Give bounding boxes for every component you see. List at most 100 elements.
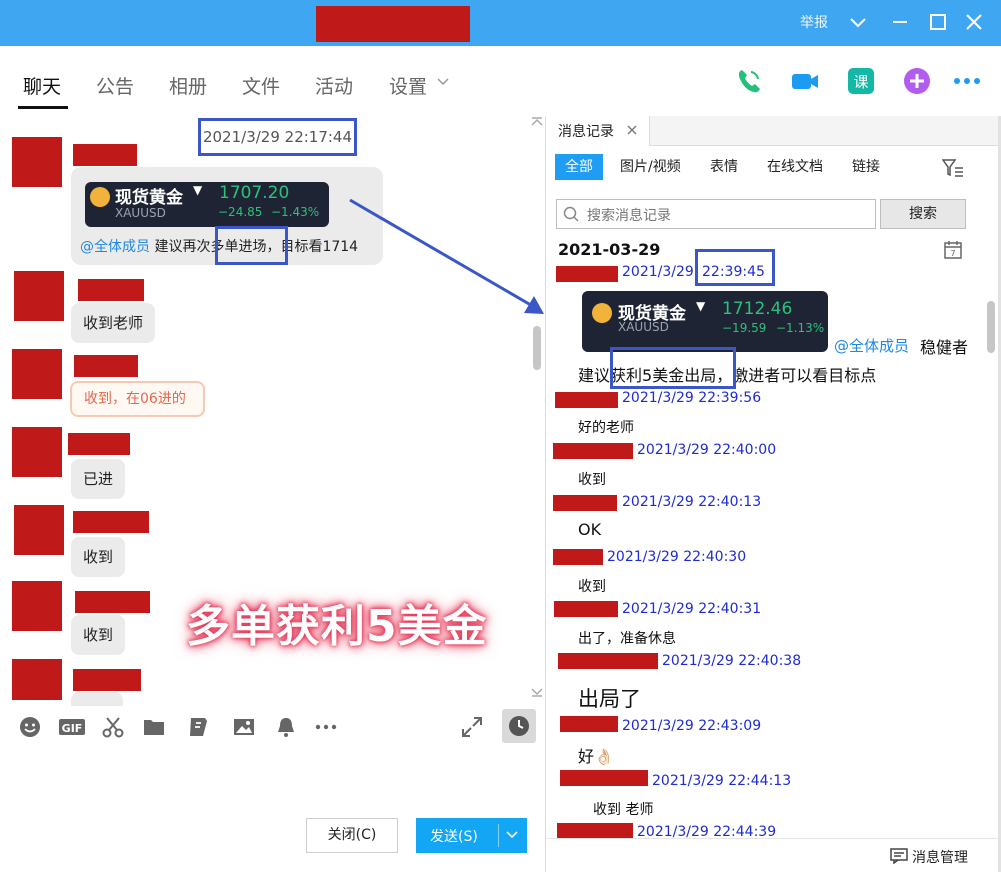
sender-name-redacted bbox=[558, 653, 658, 669]
tab-activity[interactable]: 活动 bbox=[315, 72, 353, 99]
message-text-part: 建议 bbox=[578, 366, 611, 385]
sender-name-redacted bbox=[553, 443, 633, 459]
expand-icon[interactable] bbox=[530, 688, 544, 698]
avatar[interactable] bbox=[12, 581, 62, 631]
message-text: OK bbox=[578, 520, 602, 539]
message-bubble[interactable]: 收到 bbox=[71, 615, 126, 655]
card-price: 1712.46 bbox=[722, 299, 793, 319]
history-scrollbar[interactable] bbox=[987, 301, 995, 353]
chat-scrollbar[interactable] bbox=[533, 326, 541, 370]
folder-icon[interactable] bbox=[142, 715, 166, 739]
more-icon[interactable] bbox=[952, 66, 982, 96]
message-time: 2021/3/29 22:40:38 bbox=[662, 653, 802, 669]
sender-name-redacted bbox=[556, 266, 618, 282]
emoji-icon[interactable] bbox=[18, 715, 42, 739]
calendar-icon[interactable]: 7 bbox=[943, 240, 963, 260]
maximize-icon[interactable] bbox=[926, 10, 950, 34]
message-text: 收到 bbox=[578, 472, 606, 488]
close-icon[interactable] bbox=[626, 124, 638, 136]
scissors-icon[interactable] bbox=[101, 715, 125, 739]
tab-album[interactable]: 相册 bbox=[169, 72, 207, 99]
message-time: 2021/3/29 22:44:13 bbox=[652, 773, 792, 789]
sender-name-redacted bbox=[555, 392, 618, 408]
avatar[interactable] bbox=[12, 659, 62, 700]
filter-emoji[interactable]: 表情 bbox=[710, 154, 738, 180]
gif-icon[interactable]: GIF bbox=[58, 715, 86, 739]
message-text: 出了，准备休息 bbox=[578, 631, 676, 647]
message-time: 2021/3/29 22:39:56 bbox=[622, 390, 762, 406]
expand-icon[interactable] bbox=[460, 715, 484, 739]
more-icon[interactable] bbox=[314, 715, 338, 739]
sender-name-redacted bbox=[78, 279, 144, 301]
search-button[interactable]: 搜索 bbox=[880, 199, 966, 229]
card-dropdown-icon: ▼ bbox=[696, 299, 706, 313]
message-time: 2021/3/29 22:40:13 bbox=[622, 494, 762, 510]
clipped-row: 2021/3/29 22:44:39 bbox=[546, 824, 998, 838]
chevron-down-icon[interactable] bbox=[505, 828, 519, 842]
message-bubble[interactable]: 收到老师 bbox=[71, 303, 156, 343]
sender-name-redacted bbox=[553, 549, 603, 565]
gold-coin-icon bbox=[90, 187, 110, 207]
message-time: 2021/3/29 22:40:00 bbox=[637, 442, 777, 458]
history-button[interactable] bbox=[502, 709, 536, 743]
filter-all[interactable]: 全部 bbox=[555, 154, 603, 180]
send-label: 发送(S) bbox=[430, 829, 478, 845]
sender-name-redacted bbox=[73, 144, 137, 166]
highlight-box bbox=[695, 249, 775, 286]
class-icon[interactable]: 课 bbox=[846, 66, 876, 96]
avatar[interactable] bbox=[14, 271, 64, 321]
gold-coin-icon bbox=[592, 303, 612, 323]
message-time: 2021/3/29 22:43:09 bbox=[622, 718, 762, 734]
svg-text:课: 课 bbox=[853, 73, 868, 91]
history-search-input[interactable]: 搜索消息记录 bbox=[556, 199, 876, 229]
search-icon bbox=[563, 206, 579, 222]
avatar[interactable] bbox=[12, 427, 62, 477]
message-bubble[interactable]: 已进 bbox=[71, 459, 126, 499]
quote-card[interactable]: 现货黄金 ▼ XAUUSD 1707.20 −24.85 −1.43% bbox=[85, 182, 329, 227]
avatar[interactable] bbox=[14, 505, 64, 555]
sender-name-redacted bbox=[554, 601, 618, 617]
send-button[interactable]: 发送(S) bbox=[416, 818, 527, 853]
sender-name-redacted bbox=[73, 511, 149, 533]
tab-chat[interactable]: 聊天 bbox=[23, 72, 61, 99]
phone-icon[interactable] bbox=[734, 66, 764, 96]
bell-icon[interactable] bbox=[274, 715, 298, 739]
message-bubble[interactable] bbox=[71, 692, 123, 706]
filter-links[interactable]: 链接 bbox=[852, 154, 880, 180]
minimize-icon[interactable] bbox=[888, 10, 912, 34]
tab-settings[interactable]: 设置 bbox=[389, 72, 427, 99]
mention-all[interactable]: @全体成员 bbox=[834, 335, 909, 356]
main-tabs: 聊天 公告 相册 文件 活动 设置 课 bbox=[0, 46, 1001, 116]
quote-card[interactable]: 现货黄金 ▼ XAUUSD 1712.46 −19.59 −1.13% bbox=[582, 291, 828, 352]
add-icon[interactable] bbox=[902, 66, 932, 96]
filter-media[interactable]: 图片/视频 bbox=[620, 154, 681, 180]
filter-icon[interactable] bbox=[942, 158, 964, 178]
report-link[interactable]: 举报 bbox=[800, 12, 828, 32]
avatar[interactable] bbox=[12, 349, 62, 399]
image-icon[interactable] bbox=[232, 715, 256, 739]
chevron-down-icon[interactable] bbox=[846, 10, 870, 34]
collapse-icon[interactable] bbox=[530, 116, 544, 126]
tab-message-history[interactable]: 消息记录 bbox=[546, 116, 650, 146]
mention-all[interactable]: @全体成员 bbox=[80, 239, 150, 255]
overlay-caption: 多单获利5美金 bbox=[186, 601, 488, 652]
card-name: 现货黄金 bbox=[115, 188, 183, 208]
message-bubble[interactable]: 收到 bbox=[71, 537, 126, 577]
message-manage-link[interactable]: 消息管理 bbox=[912, 847, 968, 867]
tab-underline bbox=[18, 106, 68, 109]
close-button[interactable]: 关闭(C) bbox=[306, 818, 398, 853]
tab-announcement[interactable]: 公告 bbox=[96, 72, 134, 99]
message-manage-icon[interactable] bbox=[890, 848, 908, 864]
tab-files[interactable]: 文件 bbox=[242, 72, 280, 99]
card-symbol: XAUUSD bbox=[115, 206, 166, 220]
document-icon[interactable] bbox=[187, 715, 211, 739]
filter-online-docs[interactable]: 在线文档 bbox=[767, 154, 823, 180]
close-icon[interactable] bbox=[962, 10, 986, 34]
chevron-down-icon[interactable] bbox=[436, 75, 450, 89]
sender-name-redacted bbox=[560, 770, 648, 786]
sticker-message[interactable]: 收到，在06进的 bbox=[70, 381, 205, 417]
avatar[interactable] bbox=[12, 137, 62, 187]
video-call-icon[interactable] bbox=[790, 66, 820, 96]
message-text-part: 激进者可以看目标点 bbox=[732, 366, 877, 385]
message-time: 2021/3/29 22:40:30 bbox=[607, 549, 747, 565]
